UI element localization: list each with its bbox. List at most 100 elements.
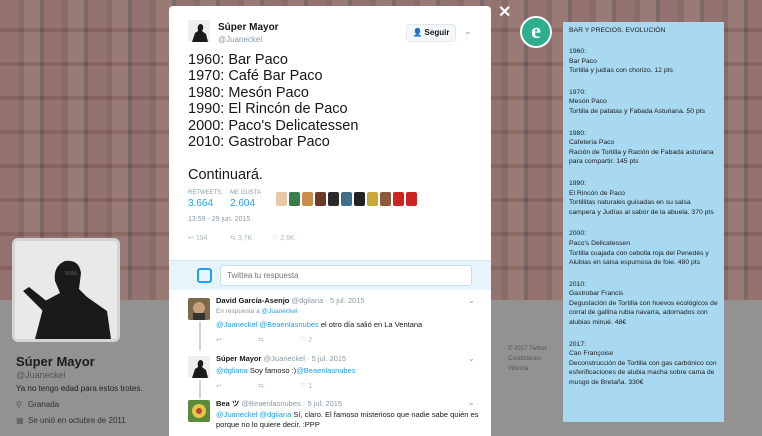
era-year: 2017: — [569, 340, 587, 348]
reply-text: @Juaneckel @Beaenlasnubes el otro día sa… — [216, 320, 480, 330]
retweet-count: 3,7K — [237, 235, 253, 242]
era-entry: 1970: Mesón Paco Tortilla de patatas y F… — [569, 88, 718, 117]
era-description: Degustación de Tortilla con huevos ecoló… — [569, 299, 718, 327]
era-entry: 1980: Cafetería Paco Ración de Tortilla … — [569, 129, 718, 167]
reply-actions: ↩ ⇆ ♡ 2 — [216, 336, 416, 346]
era-name: Cafetería Paco — [569, 139, 615, 147]
reply-author-avatar[interactable] — [188, 298, 210, 320]
reply-mention[interactable]: @dgliana — [216, 366, 248, 375]
era-entry: 2000: Paco's Delicatessen Tortilla cuaja… — [569, 229, 718, 267]
reply-author-name[interactable]: Bea ツ — [216, 399, 239, 408]
chevron-down-icon[interactable]: ⌄ — [468, 398, 475, 407]
chevron-down-icon[interactable]: ⌄ — [468, 296, 475, 305]
reply-icon[interactable]: ↩ — [216, 382, 222, 390]
reply-mention[interactable]: @Beaenlasnubes — [296, 366, 355, 375]
era-year: 1970: — [569, 88, 587, 96]
liker-avatar[interactable] — [289, 192, 300, 206]
reply-author-avatar[interactable] — [188, 400, 210, 422]
tweet-header: Súper Mayor @Juaneckel 👤 Seguir ⌄ — [188, 18, 478, 50]
liker-avatar[interactable] — [315, 192, 326, 206]
calendar-icon: ▦ — [16, 416, 24, 425]
era-name: Can Françoise — [569, 350, 614, 358]
liker-avatar[interactable] — [341, 192, 352, 206]
profile-handle[interactable]: @Juaneckel — [16, 370, 66, 380]
thread-connector — [199, 322, 201, 350]
reply-author-handle[interactable]: @dgliana — [291, 296, 323, 305]
tweet-author-avatar[interactable] — [188, 20, 210, 42]
reply-header: Bea ツ @Beaenlasnubes · 5 jul. 2015 — [216, 399, 343, 408]
chevron-down-icon[interactable]: ⌄ — [468, 354, 475, 363]
tweet-author-name[interactable]: Súper Mayor — [218, 22, 279, 33]
like-action[interactable]: ♡ 2,6K — [272, 234, 295, 242]
profile-avatar[interactable] — [12, 238, 120, 342]
reply-date[interactable]: 5 jul. 2015 — [330, 296, 365, 305]
reply-item[interactable]: Bea ツ @Beaenlasnubes · 5 jul. 2015 @Juan… — [188, 398, 484, 436]
profile-name[interactable]: Súper Mayor — [16, 354, 95, 369]
liker-avatar[interactable] — [354, 192, 365, 206]
retweet-action[interactable]: ⇆ 3,7K — [230, 234, 252, 242]
footer-link[interactable]: Condiciones — [508, 354, 568, 364]
reply-mentions[interactable]: @Juaneckel @dgliana — [216, 410, 291, 419]
like-action[interactable]: ♡ 2 — [300, 336, 312, 344]
footer-link[interactable]: Informa — [508, 364, 568, 374]
reply-input[interactable] — [220, 265, 472, 286]
heart-icon: ♡ — [300, 337, 307, 344]
in-reply-handle[interactable]: @Juaneckel — [262, 308, 298, 315]
reply-body: Soy famoso :) — [249, 366, 297, 375]
reply-author-handle[interactable]: @Juaneckel — [264, 354, 305, 363]
reply-author-name[interactable]: David García-Asenjo — [216, 296, 289, 305]
liker-avatar[interactable] — [276, 192, 287, 206]
liker-avatar[interactable] — [328, 192, 339, 206]
reply-icon[interactable]: ↩ — [216, 336, 222, 344]
reply-actions: ↩ ⇆ ♡ 1 — [216, 382, 416, 392]
likes-count: 2.604 — [230, 198, 256, 209]
retweets-label: RETWEETS — [188, 190, 222, 196]
close-icon[interactable]: ✕ — [498, 2, 511, 22]
e-logo-icon: e — [520, 16, 552, 48]
era-description: Tortilla cuajada con cebolla roja del Pe… — [569, 249, 709, 267]
reply-action[interactable]: ↩ 194 — [188, 234, 208, 242]
liker-avatar[interactable] — [367, 192, 378, 206]
tweet-stats: RETWEETS 3.664 ME GUSTA 2.604 — [188, 190, 478, 216]
liker-avatar[interactable] — [302, 192, 313, 206]
retweet-icon[interactable]: ⇆ — [258, 382, 264, 390]
era-description: Tortillitas naturales guisadas en su sal… — [569, 199, 714, 216]
profile-location-text: Granada — [28, 400, 60, 409]
reply-author-avatar[interactable] — [188, 356, 210, 378]
like-count: 2,6K — [280, 235, 295, 242]
liker-avatar[interactable] — [393, 192, 404, 206]
retweets-stat[interactable]: RETWEETS 3.664 — [188, 190, 221, 209]
chevron-down-icon[interactable]: ⌄ — [464, 26, 472, 37]
reply-item[interactable]: David García-Asenjo @dgliana · 5 jul. 20… — [188, 296, 484, 348]
era-name: El Rincón de Paco — [569, 189, 625, 197]
reply-author-name[interactable]: Súper Mayor — [216, 354, 261, 363]
tweet-timestamp[interactable]: 13:59 - 29 jun. 2015 — [188, 216, 250, 223]
likes-stat[interactable]: ME GUSTA 2.604 — [230, 190, 261, 209]
liker-avatar[interactable] — [380, 192, 391, 206]
thread-connector — [199, 380, 201, 398]
reply-like-count: 1 — [308, 383, 313, 390]
in-reply-to: En respuesta a @Juaneckel — [216, 308, 297, 315]
reply-count: 194 — [195, 235, 208, 242]
era-entry: 2017: Can Françoise Deconstrucción de To… — [569, 340, 718, 388]
era-entry: 1990: El Rincón de Paco Tortillitas natu… — [569, 179, 718, 217]
liker-avatar[interactable] — [406, 192, 417, 206]
reply-compose-area — [169, 260, 491, 290]
reply-date[interactable]: 5 jul. 2015 — [312, 354, 347, 363]
footer-link[interactable]: © 2017 Twitter — [508, 344, 568, 354]
tweet-author-handle[interactable]: @Juaneckel — [218, 35, 262, 44]
add-user-icon: 👤 — [412, 28, 423, 37]
like-action[interactable]: ♡ 1 — [300, 382, 312, 390]
reply-header: David García-Asenjo @dgliana · 5 jul. 20… — [216, 296, 365, 305]
reply-item[interactable]: Súper Mayor @Juaneckel · 5 jul. 2015 @dg… — [188, 354, 484, 394]
reply-date[interactable]: 5 jul. 2015 — [307, 399, 342, 408]
follow-button[interactable]: 👤 Seguir — [406, 24, 456, 42]
price-evolution-panel: BAR Y PRECIOS. EVOLUCIÓN 1960: Bar Paco … — [563, 22, 724, 422]
era-year: 2000: — [569, 230, 587, 238]
reply-mentions[interactable]: @Juaneckel @Beaenlasnubes — [216, 320, 319, 329]
reply-author-handle[interactable]: @Beaenlasnubes — [241, 399, 300, 408]
retweet-icon[interactable]: ⇆ — [258, 336, 264, 344]
reply-like-count: 2 — [308, 337, 313, 344]
profile-joined-text: Se unió en octubre de 2011 — [28, 416, 126, 425]
reply-text: @Juaneckel @dgliana Sí, claro. El famoso… — [216, 410, 480, 430]
